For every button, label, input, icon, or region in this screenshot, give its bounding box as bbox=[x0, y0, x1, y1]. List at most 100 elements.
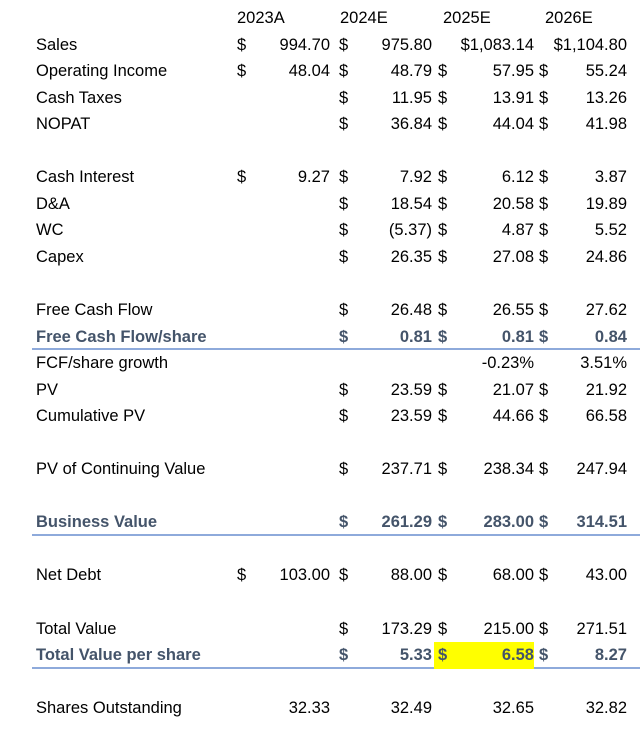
row-label[interactable]: Shares Outstanding bbox=[36, 695, 182, 722]
value-cell[interactable]: $13.26 bbox=[535, 85, 627, 112]
value-cell[interactable]: $3.87 bbox=[535, 164, 627, 191]
value-cell[interactable]: -0.23% bbox=[434, 350, 534, 377]
row-label[interactable]: Sales bbox=[36, 32, 77, 59]
row-label[interactable]: Operating Income bbox=[36, 58, 167, 85]
value-cell[interactable]: 32.65 bbox=[434, 695, 534, 722]
value-cell[interactable]: $19.89 bbox=[535, 191, 627, 218]
value-cell[interactable]: $0.81 bbox=[335, 324, 432, 351]
cell-value: 3.51% bbox=[580, 354, 627, 373]
value-cell[interactable]: 32.33 bbox=[233, 695, 330, 722]
currency-symbol: $ bbox=[539, 62, 549, 81]
value-cell[interactable]: $215.00 bbox=[434, 616, 534, 643]
value-cell[interactable]: $283.00 bbox=[434, 509, 534, 536]
value-cell[interactable]: $261.29 bbox=[335, 509, 432, 536]
value-cell[interactable]: $26.35 bbox=[335, 244, 432, 271]
value-cell[interactable]: $24.86 bbox=[535, 244, 627, 271]
value-cell[interactable]: $0.84 bbox=[535, 324, 627, 351]
value-cell[interactable]: $1,083.14 bbox=[434, 32, 534, 59]
value-cell[interactable]: $48.04 bbox=[233, 58, 330, 85]
value-cell[interactable]: $48.79 bbox=[335, 58, 432, 85]
row-label[interactable]: FCF/share growth bbox=[36, 350, 168, 377]
value-cell[interactable]: $21.92 bbox=[535, 377, 627, 404]
value-cell[interactable]: 3.51% bbox=[535, 350, 627, 377]
value-cell[interactable]: $26.55 bbox=[434, 297, 534, 324]
value-cell[interactable]: $26.48 bbox=[335, 297, 432, 324]
value-cell[interactable]: $238.34 bbox=[434, 456, 534, 483]
value-cell[interactable]: $21.07 bbox=[434, 377, 534, 404]
value-cell[interactable]: $4.87 bbox=[434, 217, 534, 244]
row-label[interactable]: Free Cash Flow/share bbox=[36, 324, 207, 351]
row-label[interactable]: Business Value bbox=[36, 509, 157, 536]
value-cell[interactable]: 32.49 bbox=[335, 695, 432, 722]
currency-symbol: $ bbox=[339, 380, 349, 399]
value-cell[interactable]: $5.33 bbox=[335, 642, 432, 669]
value-cell[interactable]: $8.27 bbox=[535, 642, 627, 669]
value-cell[interactable]: $57.95 bbox=[434, 58, 534, 85]
value-cell[interactable]: $23.59 bbox=[335, 403, 432, 430]
value-cell[interactable]: $55.24 bbox=[535, 58, 627, 85]
row-label[interactable]: PV bbox=[36, 377, 58, 404]
row-label[interactable]: Free Cash Flow bbox=[36, 297, 152, 324]
value-cell[interactable]: $314.51 bbox=[535, 509, 627, 536]
cell-value: 66.58 bbox=[585, 407, 627, 426]
value-cell[interactable]: $41.98 bbox=[535, 111, 627, 138]
row-label[interactable]: Total Value per share bbox=[36, 642, 201, 669]
value-cell[interactable]: $271.51 bbox=[535, 616, 627, 643]
value-cell[interactable]: $247.94 bbox=[535, 456, 627, 483]
currency-symbol: $ bbox=[339, 62, 349, 81]
currency-symbol: $ bbox=[539, 460, 549, 479]
value-cell[interactable]: $994.70 bbox=[233, 32, 330, 59]
row-label[interactable]: Total Value bbox=[36, 616, 116, 643]
value-cell[interactable]: $88.00 bbox=[335, 562, 432, 589]
value-cell[interactable]: $66.58 bbox=[535, 403, 627, 430]
value-cell[interactable]: $7.92 bbox=[335, 164, 432, 191]
row-label[interactable]: D&A bbox=[36, 191, 70, 218]
value-cell[interactable]: $ (5.37) bbox=[335, 217, 432, 244]
cell-value: 48.79 bbox=[390, 62, 432, 81]
currency-symbol: $ bbox=[339, 327, 349, 346]
value-cell[interactable]: $5.52 bbox=[535, 217, 627, 244]
cell-value: 88.00 bbox=[390, 566, 432, 585]
value-cell[interactable]: $20.58 bbox=[434, 191, 534, 218]
cell-value: 5.33 bbox=[399, 646, 432, 665]
value-cell[interactable]: $23.59 bbox=[335, 377, 432, 404]
currency-symbol: $ bbox=[438, 168, 448, 187]
value-cell[interactable]: $18.54 bbox=[335, 191, 432, 218]
column-header[interactable]: 2025E bbox=[443, 5, 491, 32]
blank-row bbox=[0, 483, 640, 510]
row-label[interactable]: Capex bbox=[36, 244, 84, 271]
value-cell[interactable]: $6.12 bbox=[434, 164, 534, 191]
value-cell[interactable]: $11.95 bbox=[335, 85, 432, 112]
column-header[interactable]: 2026E bbox=[545, 5, 593, 32]
row-label[interactable]: PV of Continuing Value bbox=[36, 456, 205, 483]
value-cell[interactable]: $975.80 bbox=[335, 32, 432, 59]
value-cell[interactable]: $9.27 bbox=[233, 164, 330, 191]
value-cell[interactable]: $43.00 bbox=[535, 562, 627, 589]
row-label[interactable]: Cash Taxes bbox=[36, 85, 122, 112]
value-cell[interactable]: $1,104.80 bbox=[535, 32, 627, 59]
value-cell[interactable]: $27.08 bbox=[434, 244, 534, 271]
row-label[interactable]: Cash Interest bbox=[36, 164, 134, 191]
table-row: Net Debt $103.00 $88.00 $68.00 $43.00 bbox=[0, 562, 640, 589]
value-cell[interactable]: $27.62 bbox=[535, 297, 627, 324]
value-cell[interactable]: 32.82 bbox=[535, 695, 627, 722]
value-cell[interactable]: $44.66 bbox=[434, 403, 534, 430]
cell-value: 103.00 bbox=[279, 566, 330, 585]
value-cell[interactable]: $44.04 bbox=[434, 111, 534, 138]
currency-symbol: $ bbox=[539, 194, 549, 213]
value-cell[interactable]: $103.00 bbox=[233, 562, 330, 589]
row-label[interactable]: Net Debt bbox=[36, 562, 101, 589]
cell-value: 21.92 bbox=[585, 380, 627, 399]
row-label[interactable]: Cumulative PV bbox=[36, 403, 145, 430]
row-label[interactable]: NOPAT bbox=[36, 111, 90, 138]
row-label[interactable]: WC bbox=[36, 217, 64, 244]
column-header[interactable]: 2024E bbox=[340, 5, 388, 32]
column-header[interactable]: 2023A bbox=[237, 5, 285, 32]
value-cell[interactable]: $13.91 bbox=[434, 85, 534, 112]
highlighted-cell[interactable]: $6.58 bbox=[434, 642, 534, 669]
value-cell[interactable]: $0.81 bbox=[434, 324, 534, 351]
value-cell[interactable]: $68.00 bbox=[434, 562, 534, 589]
value-cell[interactable]: $36.84 bbox=[335, 111, 432, 138]
value-cell[interactable]: $173.29 bbox=[335, 616, 432, 643]
value-cell[interactable]: $237.71 bbox=[335, 456, 432, 483]
